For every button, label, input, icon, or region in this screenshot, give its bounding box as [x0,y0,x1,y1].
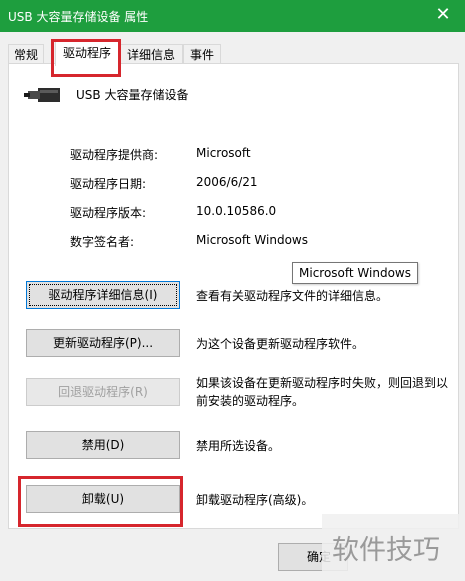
rollback-driver-description: 如果该设备在更新驱动程序时失败，则回退到以前安装的驱动程序。 [196,376,449,408]
tab-highlight-box [51,39,121,77]
rollback-driver-button: 回退驱动程序(R) [26,378,180,406]
signer-tooltip: Microsoft Windows [292,262,418,284]
version-label: 驱动程序版本: [70,206,147,220]
update-driver-button[interactable]: 更新驱动程序(P)... [26,329,180,357]
provider-value: Microsoft [196,146,251,160]
tab-events[interactable]: 事件 [183,44,221,64]
update-driver-description: 为这个设备更新驱动程序软件。 [196,337,365,351]
date-label: 驱动程序日期: [70,177,147,191]
close-icon[interactable]: ✕ [431,4,455,26]
disable-description: 禁用所选设备。 [196,439,281,453]
device-name: USB 大容量存储设备 [76,88,189,102]
uninstall-highlight-box [18,476,183,527]
version-value: 10.0.10586.0 [196,204,277,218]
uninstall-description: 卸载驱动程序(高级)。 [196,493,314,507]
title-bar: USB 大容量存储设备 属性 ✕ [0,0,465,32]
usb-connector-icon [24,88,60,102]
date-value: 2006/6/21 [196,175,258,189]
driver-details-button[interactable]: 驱动程序详细信息(I) [26,281,180,309]
provider-label: 驱动程序提供商: [70,148,159,162]
window-title: USB 大容量存储设备 属性 [8,10,149,24]
watermark: 软件技巧 [322,514,465,581]
signer-value: Microsoft Windows [196,233,308,247]
tab-details[interactable]: 详细信息 [119,44,183,64]
signer-label: 数字签名者: [70,235,135,249]
watermark-text: 软件技巧 [332,535,440,566]
tab-general[interactable]: 常规 [8,44,44,64]
driver-details-description: 查看有关驱动程序文件的详细信息。 [196,289,389,303]
disable-button[interactable]: 禁用(D) [26,431,180,459]
